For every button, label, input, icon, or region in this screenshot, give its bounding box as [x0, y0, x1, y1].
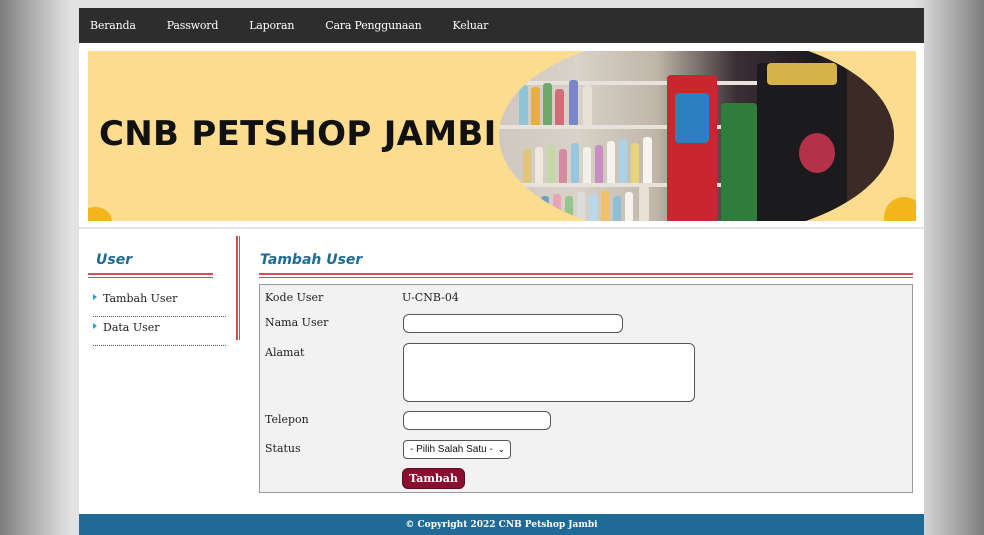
main-content: Tambah User Kode User U-CNB-04 Nama User… — [259, 248, 913, 493]
sidebar-title: User — [96, 252, 133, 268]
status-select[interactable]: - Pilih Salah Satu - ⌄ — [403, 440, 511, 459]
nav-laporan[interactable]: Laporan — [249, 19, 294, 32]
petshop-shelf-image — [499, 51, 894, 221]
sidebar: User Tambah User Data User — [88, 248, 226, 346]
page-title: Tambah User — [260, 252, 363, 268]
alamat-textarea[interactable] — [403, 343, 695, 402]
sidebar-separator — [236, 236, 240, 340]
sidebar-item-label: Data User — [103, 321, 160, 334]
tambah-button[interactable]: Tambah — [402, 468, 465, 489]
page-title-underline — [259, 273, 913, 278]
sidebar-item-tambah-user[interactable]: Tambah User — [93, 288, 226, 317]
alamat-label: Alamat — [265, 346, 305, 359]
add-user-form: Kode User U-CNB-04 Nama User Alamat Tele… — [259, 284, 913, 493]
chevron-down-icon: ⌄ — [497, 444, 505, 454]
sidebar-item-data-user[interactable]: Data User — [93, 317, 226, 346]
banner-title: CNB PETSHOP JAMBI — [99, 114, 497, 154]
nama-user-label: Nama User — [265, 316, 329, 329]
nav-cara-penggunaan[interactable]: Cara Penggunaan — [325, 19, 421, 32]
sidebar-title-underline — [88, 273, 213, 278]
status-label: Status — [265, 442, 301, 455]
header-divider — [79, 227, 924, 229]
kode-user-label: Kode User — [265, 291, 324, 304]
footer-copyright: © Copyright 2022 CNB Petshop Jambi — [79, 514, 924, 535]
page: Beranda Password Laporan Cara Penggunaan… — [79, 8, 924, 535]
telepon-input[interactable] — [403, 411, 551, 430]
telepon-label: Telepon — [265, 413, 309, 426]
nav-beranda[interactable]: Beranda — [90, 19, 136, 32]
kode-user-value: U-CNB-04 — [402, 291, 459, 304]
arrow-bullet-icon — [93, 323, 97, 329]
sidebar-item-label: Tambah User — [103, 292, 178, 305]
top-navbar: Beranda Password Laporan Cara Penggunaan… — [79, 8, 924, 43]
nama-user-input[interactable] — [403, 314, 623, 333]
nav-password[interactable]: Password — [167, 19, 219, 32]
banner-decoration-left — [88, 207, 112, 221]
nav-keluar[interactable]: Keluar — [452, 19, 488, 32]
sidebar-menu: Tambah User Data User — [88, 288, 226, 346]
arrow-bullet-icon — [93, 294, 97, 300]
status-selected-value: - Pilih Salah Satu - — [410, 444, 493, 455]
header-banner: CNB PETSHOP JAMBI — [88, 51, 916, 221]
